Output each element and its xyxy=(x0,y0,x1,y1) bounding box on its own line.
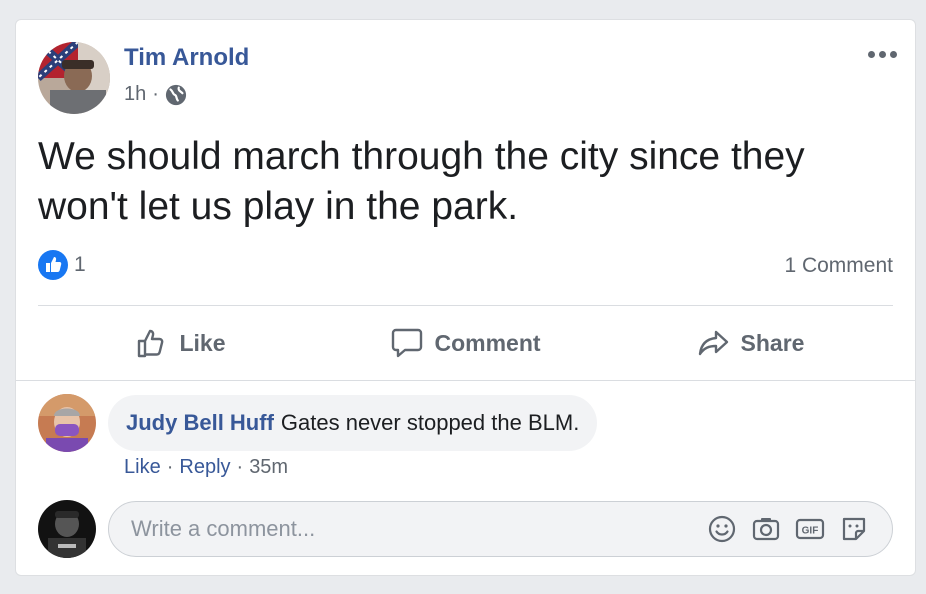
comment-composer: GIF xyxy=(108,501,893,557)
comment-actions: Like · Reply · 35m xyxy=(124,456,288,479)
comment-icon xyxy=(392,328,423,358)
comment-input[interactable] xyxy=(131,516,706,542)
meta-separator: · xyxy=(152,83,159,105)
author-avatar[interactable] xyxy=(38,42,110,114)
post-actions: Like Comment Share xyxy=(38,312,893,374)
reactions-summary[interactable]: 1 xyxy=(38,250,86,280)
comment-bubble: Judy Bell Huff Gates never stopped the B… xyxy=(108,395,598,451)
comment-label: Comment xyxy=(434,329,541,356)
comment-like-link[interactable]: Like xyxy=(124,456,161,479)
composer-icons: GIF xyxy=(706,513,870,545)
comment-action-separator: · xyxy=(236,456,244,478)
share-label: Share xyxy=(740,329,805,356)
camera-icon[interactable] xyxy=(750,513,782,545)
post-meta: 1h · xyxy=(124,83,187,106)
post-text: We should march through the city since t… xyxy=(38,135,805,228)
comment-count[interactable]: 1 Comment xyxy=(784,254,893,278)
sticker-icon[interactable] xyxy=(838,513,870,545)
like-count: 1 xyxy=(74,253,86,276)
share-button[interactable]: Share xyxy=(608,312,893,374)
share-icon xyxy=(698,330,728,356)
emoji-icon[interactable] xyxy=(706,513,738,545)
comment-reply-link[interactable]: Reply xyxy=(179,456,230,479)
post-time[interactable]: 1h xyxy=(124,83,146,106)
comment-time[interactable]: 35m xyxy=(249,456,288,479)
globe-icon[interactable] xyxy=(165,84,187,106)
divider xyxy=(16,380,915,381)
current-user-avatar[interactable] xyxy=(38,500,96,558)
gif-icon[interactable]: GIF xyxy=(794,513,826,545)
more-icon xyxy=(867,50,875,58)
comment-button[interactable]: Comment xyxy=(323,312,608,374)
comment-author-name[interactable]: Judy Bell Huff xyxy=(126,410,274,436)
like-button[interactable]: Like xyxy=(38,312,323,374)
post-card: Tim Arnold 1h · We should march through … xyxy=(15,19,916,576)
thumbs-up-icon xyxy=(138,329,164,358)
comment-text: Gates never stopped the BLM. xyxy=(280,410,580,435)
more-options-button[interactable] xyxy=(865,44,899,64)
comment-action-separator: · xyxy=(166,456,174,478)
post-author-name[interactable]: Tim Arnold xyxy=(124,44,249,72)
svg-text:GIF: GIF xyxy=(802,526,819,537)
commenter-avatar[interactable] xyxy=(38,394,96,452)
like-reaction-icon xyxy=(38,250,68,280)
divider xyxy=(38,305,893,306)
like-label: Like xyxy=(179,329,226,356)
